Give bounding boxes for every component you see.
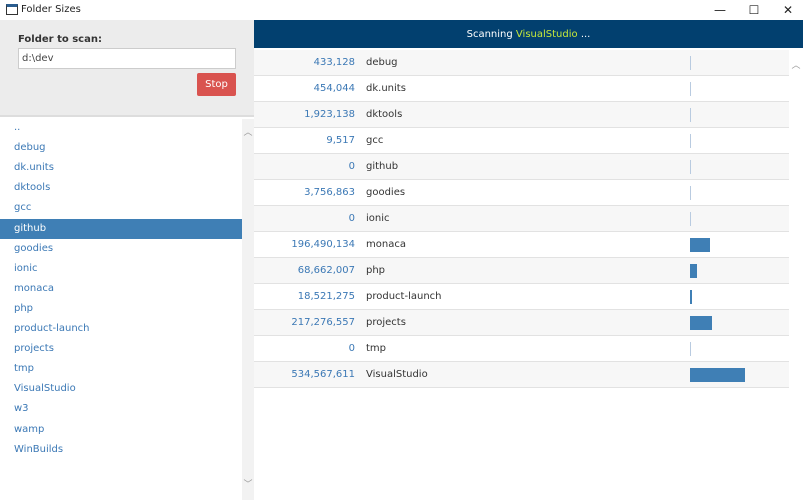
left-scrollbar[interactable]: ︿ ﹀ — [242, 119, 254, 500]
table-row[interactable]: 433,128 debug — [254, 50, 789, 76]
folder-list: .. debug dk.units dktools gcc github goodies io… — [0, 119, 242, 500]
folder-name: debug — [366, 57, 398, 68]
size-value: 9,517 — [326, 135, 355, 146]
sidebar-item[interactable]: VisualStudio — [0, 379, 242, 399]
table-row[interactable]: 196,490,134 monaca — [254, 232, 789, 258]
scroll-up-icon[interactable]: ︿ — [790, 58, 802, 71]
size-bar — [690, 134, 691, 148]
size-value: 0 — [348, 213, 355, 224]
size-bar — [690, 160, 691, 174]
table-row[interactable]: 18,521,275 product-launch — [254, 284, 789, 310]
minimize-button[interactable]: — — [703, 0, 737, 20]
size-value: 196,490,134 — [291, 239, 355, 250]
window-title: Folder Sizes — [21, 4, 81, 15]
right-scrollbar[interactable]: ︿ — [789, 48, 803, 500]
app-window-icon — [6, 4, 18, 15]
sidebar-item[interactable]: tmp — [0, 359, 242, 379]
size-bar — [690, 82, 691, 96]
size-value: 0 — [348, 161, 355, 172]
table-row[interactable]: 217,276,557 projects — [254, 310, 789, 336]
folder-name: github — [366, 161, 399, 172]
sidebar-item[interactable]: github — [0, 218, 242, 239]
size-value: 3,756,863 — [304, 187, 355, 198]
size-value: 1,923,138 — [304, 109, 355, 120]
size-bar — [690, 186, 691, 200]
size-bar — [690, 238, 710, 252]
sidebar-item[interactable]: ionic — [0, 259, 242, 279]
table-row[interactable]: 454,044 dk.units — [254, 76, 789, 102]
status-header: Scanning VisualStudio ... — [254, 20, 803, 48]
status-folder: VisualStudio — [515, 29, 578, 40]
stop-button[interactable]: Stop — [197, 73, 236, 96]
table-row[interactable]: 68,662,007 php — [254, 258, 789, 284]
size-bar — [690, 264, 697, 278]
size-value: 534,567,611 — [291, 369, 355, 380]
size-value: 217,276,557 — [291, 317, 355, 328]
close-button[interactable]: ✕ — [771, 0, 803, 20]
size-bar — [690, 56, 691, 70]
maximize-button[interactable]: ☐ — [737, 0, 771, 20]
sidebar-item[interactable]: php — [0, 299, 242, 319]
sidebar-item[interactable]: WinBuilds — [0, 440, 242, 460]
size-value: 433,128 — [313, 57, 355, 68]
table-row[interactable]: 0 tmp — [254, 336, 789, 362]
folder-label: Folder to scan: — [18, 34, 102, 45]
folder-name: projects — [366, 317, 406, 328]
sidebar-item[interactable]: product-launch — [0, 319, 242, 339]
folder-name: product-launch — [366, 291, 442, 302]
size-bar — [690, 342, 691, 356]
status-suffix: ... — [577, 29, 591, 40]
size-value: 454,044 — [313, 83, 355, 94]
folder-name: goodies — [366, 187, 406, 198]
scan-panel: Folder to scan: Stop — [0, 20, 254, 117]
sidebar-item[interactable]: gcc — [0, 198, 242, 218]
sidebar-item[interactable]: debug — [0, 138, 242, 158]
sidebar-item[interactable]: monaca — [0, 279, 242, 299]
size-bar — [690, 368, 745, 382]
size-bar — [690, 290, 692, 304]
folder-name: php — [366, 265, 386, 276]
sidebar-item[interactable]: wamp — [0, 420, 242, 440]
sidebar-item[interactable]: goodies — [0, 239, 242, 259]
table-row[interactable]: 534,567,611 VisualStudio — [254, 362, 789, 388]
table-row[interactable]: 0 ionic — [254, 206, 789, 232]
folder-name: dktools — [366, 109, 403, 120]
table-row[interactable]: 0 github — [254, 154, 789, 180]
folder-name: monaca — [366, 239, 406, 250]
table-row[interactable]: 1,923,138 dktools — [254, 102, 789, 128]
sidebar-item[interactable]: projects — [0, 339, 242, 359]
folder-name: gcc — [366, 135, 384, 146]
folder-name: ionic — [366, 213, 390, 224]
sidebar-item[interactable]: dk.units — [0, 158, 242, 178]
table-row[interactable]: 3,756,863 goodies — [254, 180, 789, 206]
folder-input[interactable] — [18, 48, 236, 69]
sidebar-item[interactable]: .. — [0, 118, 242, 138]
size-value: 0 — [348, 343, 355, 354]
size-bar — [690, 316, 712, 330]
size-value: 18,521,275 — [297, 291, 355, 302]
size-bar — [690, 212, 691, 226]
size-bar — [690, 108, 691, 122]
sidebar-item[interactable]: w3 — [0, 399, 242, 419]
folder-name: VisualStudio — [366, 369, 428, 380]
table-row[interactable]: 9,517 gcc — [254, 128, 789, 154]
folder-name: tmp — [366, 343, 387, 354]
title-bar: Folder Sizes — ☐ ✕ — [0, 0, 803, 20]
scroll-down-icon[interactable]: ﹀ — [242, 477, 254, 490]
sidebar-item[interactable]: dktools — [0, 178, 242, 198]
size-value: 68,662,007 — [297, 265, 355, 276]
folder-name: dk.units — [366, 83, 406, 94]
scroll-up-icon[interactable]: ︿ — [242, 125, 254, 138]
status-prefix: Scanning — [466, 29, 516, 40]
